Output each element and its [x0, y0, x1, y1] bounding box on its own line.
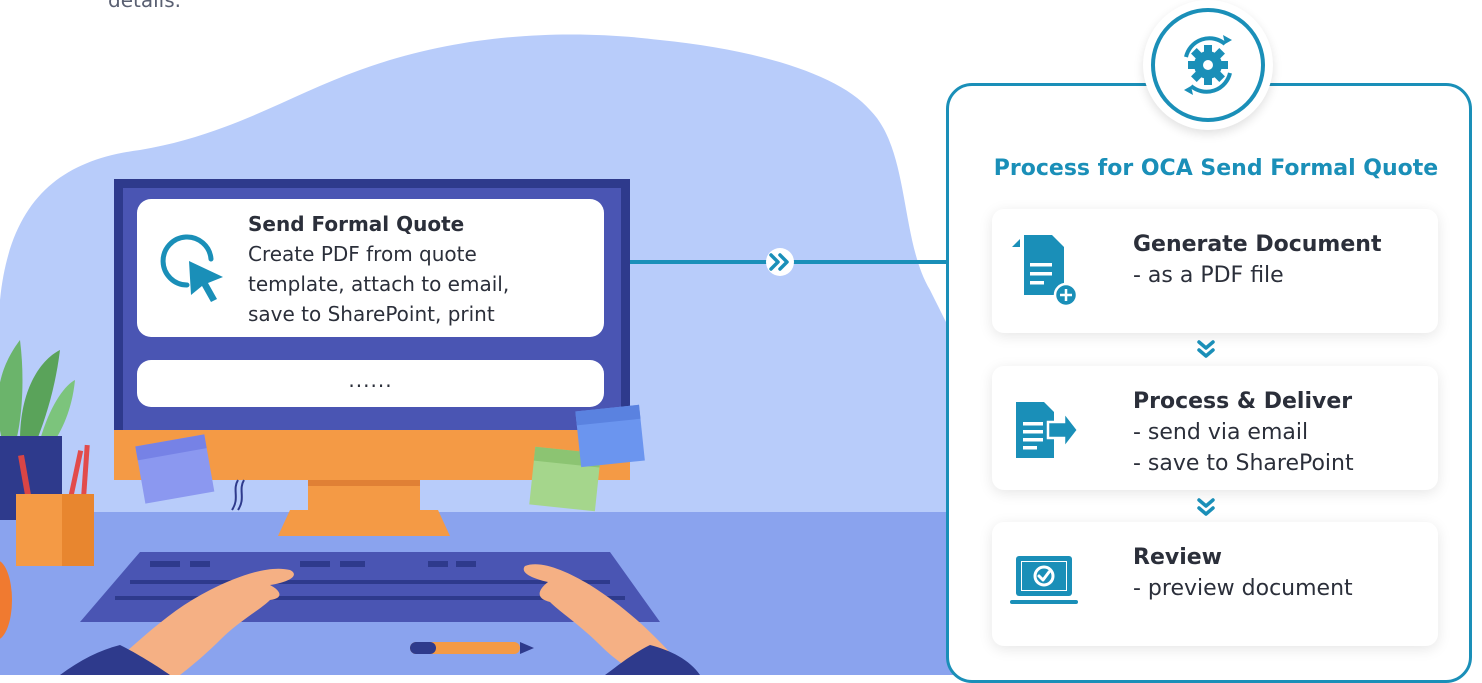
document-export-icon — [1016, 402, 1078, 458]
step-title: Review — [1133, 545, 1222, 570]
step-detail: - send via email — [1133, 420, 1309, 445]
pen — [410, 642, 534, 654]
card-line: save to SharePoint, print — [248, 302, 495, 326]
cursor-click-icon — [160, 234, 223, 302]
step-review[interactable]: Review - preview document — [992, 522, 1438, 646]
chevron-down-icon — [1197, 498, 1215, 516]
step-detail: - save to SharePoint — [1133, 451, 1354, 476]
more-actions-card[interactable]: ...... — [137, 360, 604, 407]
send-formal-quote-card[interactable]: Send Formal Quote Create PDF from quote … — [137, 199, 604, 337]
monitor-base — [278, 510, 450, 536]
step-title: Process & Deliver — [1133, 389, 1353, 414]
panel-title: Process for OCA Send Formal Quote — [993, 156, 1439, 181]
card-line: template, attach to email, — [248, 272, 510, 296]
step-detail: - as a PDF file — [1133, 263, 1284, 288]
gear-sync-badge — [1143, 0, 1273, 130]
top-text: details. — [108, 0, 181, 12]
gear-sync-icon — [1151, 8, 1265, 122]
card-title: Send Formal Quote — [248, 212, 465, 236]
step-title: Generate Document — [1133, 232, 1382, 257]
step-generate-document[interactable]: Generate Document - as a PDF file — [992, 209, 1438, 333]
ellipsis-text: ...... — [348, 368, 393, 392]
sticky-note-blue — [575, 404, 645, 468]
document-add-icon — [1012, 235, 1078, 308]
card-line: Create PDF from quote — [248, 242, 477, 266]
connector-badge — [766, 248, 794, 276]
laptop-check-icon — [1010, 556, 1078, 604]
step-process-deliver[interactable]: Process & Deliver - send via email - sav… — [992, 366, 1438, 490]
sticky-note-left — [135, 434, 215, 504]
step-detail: - preview document — [1133, 576, 1353, 601]
chevron-down-icon — [1197, 340, 1215, 358]
